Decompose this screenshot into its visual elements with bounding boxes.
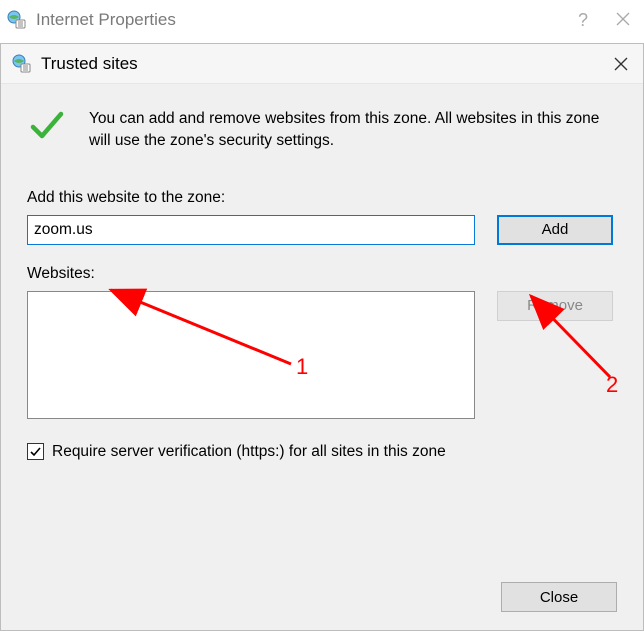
trusted-sites-dialog: Trusted sites You can add and remove web… [0, 43, 644, 631]
help-button[interactable]: ? [578, 10, 588, 31]
parent-close-button[interactable] [616, 10, 630, 31]
require-https-label: Require server verification (https:) for… [52, 443, 446, 461]
dialog-title: Trusted sites [41, 54, 609, 74]
annotation-1: 1 [296, 354, 308, 380]
checkmark-icon [27, 106, 67, 146]
require-https-checkbox[interactable] [27, 443, 44, 460]
annotation-2: 2 [606, 372, 618, 398]
dialog-close-button[interactable] [609, 52, 633, 76]
close-button[interactable]: Close [501, 582, 617, 612]
parent-titlebar: Internet Properties ? [0, 0, 644, 40]
internet-properties-window: Internet Properties ? Trusted sites [0, 0, 644, 631]
trusted-sites-icon [11, 53, 33, 75]
dialog-titlebar: Trusted sites [1, 44, 643, 84]
websites-label: Websites: [27, 265, 617, 283]
add-website-label: Add this website to the zone: [27, 189, 617, 207]
website-input[interactable] [27, 215, 475, 245]
parent-title: Internet Properties [36, 10, 578, 30]
add-button[interactable]: Add [497, 215, 613, 245]
remove-button: Remove [497, 291, 613, 321]
dialog-body: You can add and remove websites from thi… [1, 84, 643, 630]
internet-options-icon [6, 9, 28, 31]
info-text: You can add and remove websites from thi… [89, 106, 617, 153]
websites-listbox[interactable] [27, 291, 475, 419]
